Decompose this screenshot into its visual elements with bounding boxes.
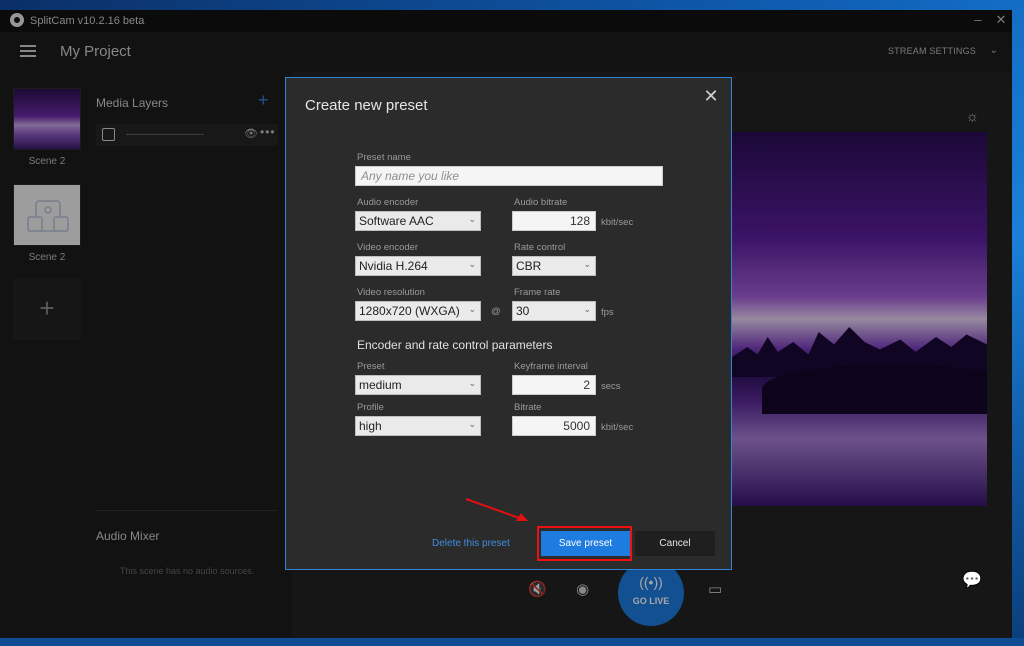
cancel-button[interactable]: Cancel	[635, 531, 715, 556]
keyframe-interval-label: Keyframe interval	[514, 361, 588, 372]
red-arrow-annotation	[465, 498, 528, 521]
video-resolution-select[interactable]: 1280x720 (WXGA) ⌄	[355, 301, 481, 321]
preset-label: Preset	[357, 361, 385, 372]
rate-control-value: CBR	[516, 259, 542, 273]
dialog-title: Create new preset	[305, 97, 428, 114]
video-encoder-label: Video encoder	[357, 242, 419, 253]
preset-select[interactable]: medium ⌄	[355, 375, 481, 395]
frame-rate-select[interactable]: 30 ⌄	[512, 301, 596, 321]
chevron-down-icon: ⌄	[468, 214, 476, 224]
rate-control-select[interactable]: CBR ⌄	[512, 256, 596, 276]
audio-encoder-label: Audio encoder	[357, 197, 419, 208]
audio-encoder-value: Software AAC	[359, 214, 434, 228]
video-resolution-label: Video resolution	[357, 287, 425, 298]
chevron-down-icon: ⌄	[468, 304, 476, 314]
chevron-down-icon: ⌄	[583, 259, 591, 269]
bitrate-label: Bitrate	[514, 402, 542, 413]
delete-preset-link[interactable]: Delete this preset	[432, 538, 510, 549]
audio-encoder-select[interactable]: Software AAC ⌄	[355, 211, 481, 231]
chat-icon[interactable]: 💬	[962, 570, 982, 590]
taskbar-edge	[0, 638, 1024, 646]
audio-bitrate-unit: kbit/sec	[601, 217, 634, 228]
video-encoder-value: Nvidia H.264	[359, 259, 428, 273]
video-resolution-value: 1280x720 (WXGA)	[359, 304, 460, 318]
preset-value: medium	[359, 378, 402, 392]
keyframe-interval-unit: secs	[601, 381, 621, 392]
chevron-down-icon: ⌄	[468, 419, 476, 429]
video-encoder-select[interactable]: Nvidia H.264 ⌄	[355, 256, 481, 276]
keyframe-interval-input[interactable]	[512, 375, 596, 395]
profile-select[interactable]: high ⌄	[355, 416, 481, 436]
frame-rate-value: 30	[516, 304, 530, 318]
close-icon[interactable]: ✕	[701, 86, 721, 106]
save-preset-button[interactable]: Save preset	[541, 531, 630, 556]
chevron-down-icon: ⌄	[583, 304, 591, 314]
audio-bitrate-label: Audio bitrate	[514, 197, 568, 208]
chevron-down-icon: ⌄	[468, 378, 476, 388]
bitrate-input[interactable]	[512, 416, 596, 436]
bitrate-unit: kbit/sec	[601, 422, 634, 433]
preset-name-input[interactable]	[355, 166, 663, 186]
rate-control-label: Rate control	[514, 242, 566, 253]
profile-label: Profile	[357, 402, 384, 413]
frame-rate-unit: fps	[601, 307, 614, 318]
encoder-section-title: Encoder and rate control parameters	[357, 338, 553, 352]
frame-rate-label: Frame rate	[514, 287, 561, 298]
audio-bitrate-input[interactable]	[512, 211, 596, 231]
preset-name-label: Preset name	[357, 152, 411, 163]
profile-value: high	[359, 419, 382, 433]
at-symbol: @	[491, 306, 501, 317]
chevron-down-icon: ⌄	[468, 259, 476, 269]
